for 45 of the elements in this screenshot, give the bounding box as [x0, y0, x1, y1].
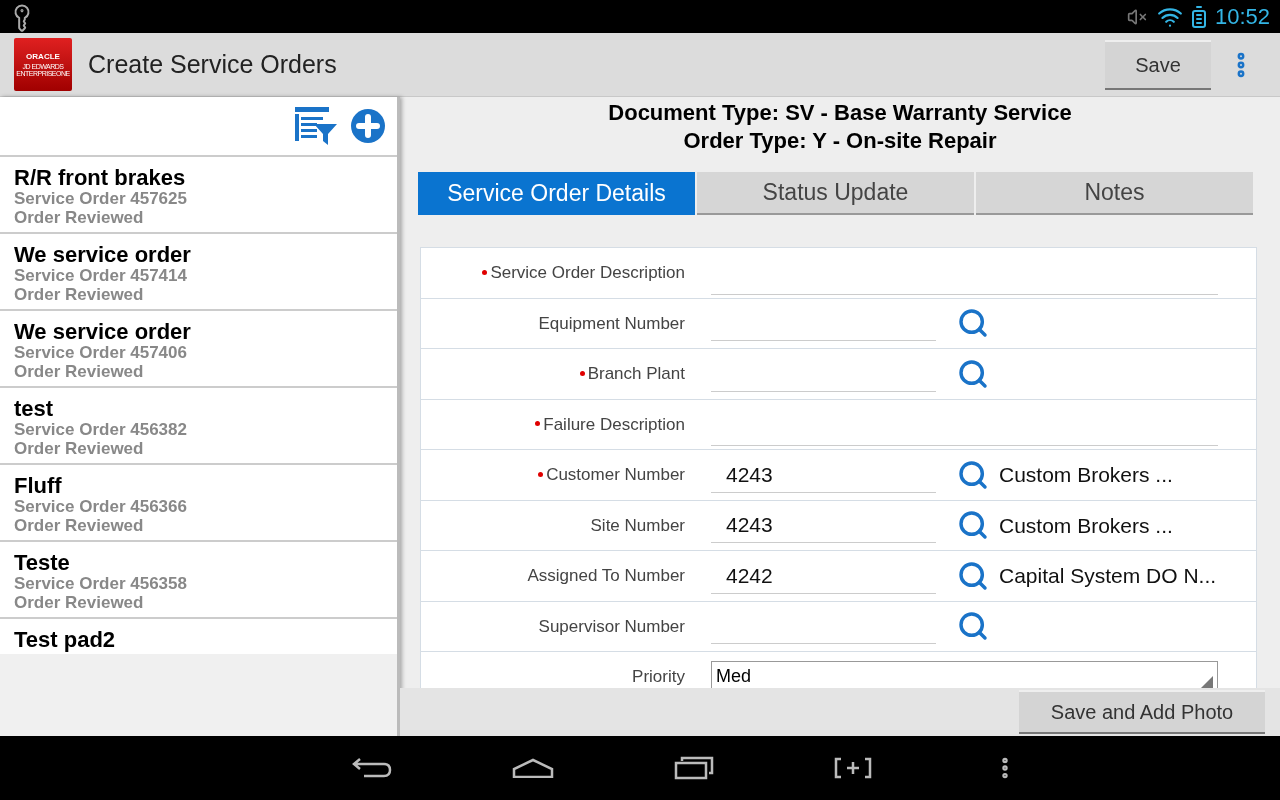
input-field[interactable]: 4243: [711, 507, 936, 544]
order-list-item[interactable]: R/R front brakes Service Order 457625 Order Reviewed: [0, 157, 397, 234]
field-label: Assigned To Number: [527, 566, 685, 585]
search-icon[interactable]: [957, 559, 989, 592]
screen-title: Create Service Orders: [88, 48, 337, 80]
field-label: Site Number: [590, 515, 685, 535]
filter-list-icon[interactable]: [295, 107, 337, 145]
input-field[interactable]: 4243: [711, 456, 936, 493]
field-label: Priority: [632, 667, 685, 686]
search-icon[interactable]: [957, 509, 989, 542]
clock: 10:52: [1214, 3, 1270, 31]
search-icon[interactable]: [957, 458, 989, 491]
field-label: Supervisor Number: [538, 616, 685, 636]
tab[interactable]: Status Update: [697, 172, 974, 215]
search-icon[interactable]: [957, 307, 989, 340]
tab[interactable]: Service Order Details: [418, 172, 695, 215]
mute-icon: [1126, 6, 1147, 27]
field-label: Customer Number: [546, 465, 685, 484]
document-type: Document Type: SV - Base Warranty Service: [608, 99, 1072, 127]
add-icon[interactable]: [351, 109, 385, 143]
save-and-add-photo-button[interactable]: Save and Add Photo: [1019, 690, 1265, 734]
home-icon[interactable]: [512, 758, 554, 778]
field-label: Failure Description: [543, 414, 685, 434]
order-list-item[interactable]: Teste Service Order 456358 Order Reviewed: [0, 542, 397, 619]
order-list-item[interactable]: We service order Service Order 457414 Order Reviewed: [0, 234, 397, 311]
lookup-name: Custom Brokers ...: [999, 512, 1173, 539]
search-icon[interactable]: [957, 610, 989, 643]
back-icon[interactable]: [352, 757, 392, 779]
recent-apps-icon[interactable]: [674, 756, 714, 780]
field-label: Service Order Description: [490, 263, 685, 282]
field-label: Equipment Number: [538, 313, 685, 333]
search-icon[interactable]: [957, 357, 989, 390]
screenshot-icon[interactable]: [834, 757, 872, 779]
order-list-item[interactable]: Fluff Service Order 456366 Order Reviewed: [0, 465, 397, 542]
tab[interactable]: Notes: [976, 172, 1253, 215]
order-list-item[interactable]: Test pad2: [0, 619, 397, 654]
lookup-name: Custom Brokers ...: [999, 462, 1173, 488]
save-button[interactable]: Save: [1105, 39, 1211, 90]
order-list-item[interactable]: We service order Service Order 457406 Order Reviewed: [0, 311, 397, 388]
order-type: Order Type: Y - On-site Repair: [683, 127, 997, 155]
field-label: Branch Plant: [587, 364, 685, 383]
lookup-name: Capital System DO N...: [999, 563, 1217, 589]
dropdown[interactable]: Med: [711, 660, 1218, 688]
input-field[interactable]: 4242: [711, 557, 936, 594]
order-list-item[interactable]: test Service Order 456382 Order Reviewed: [0, 388, 397, 465]
